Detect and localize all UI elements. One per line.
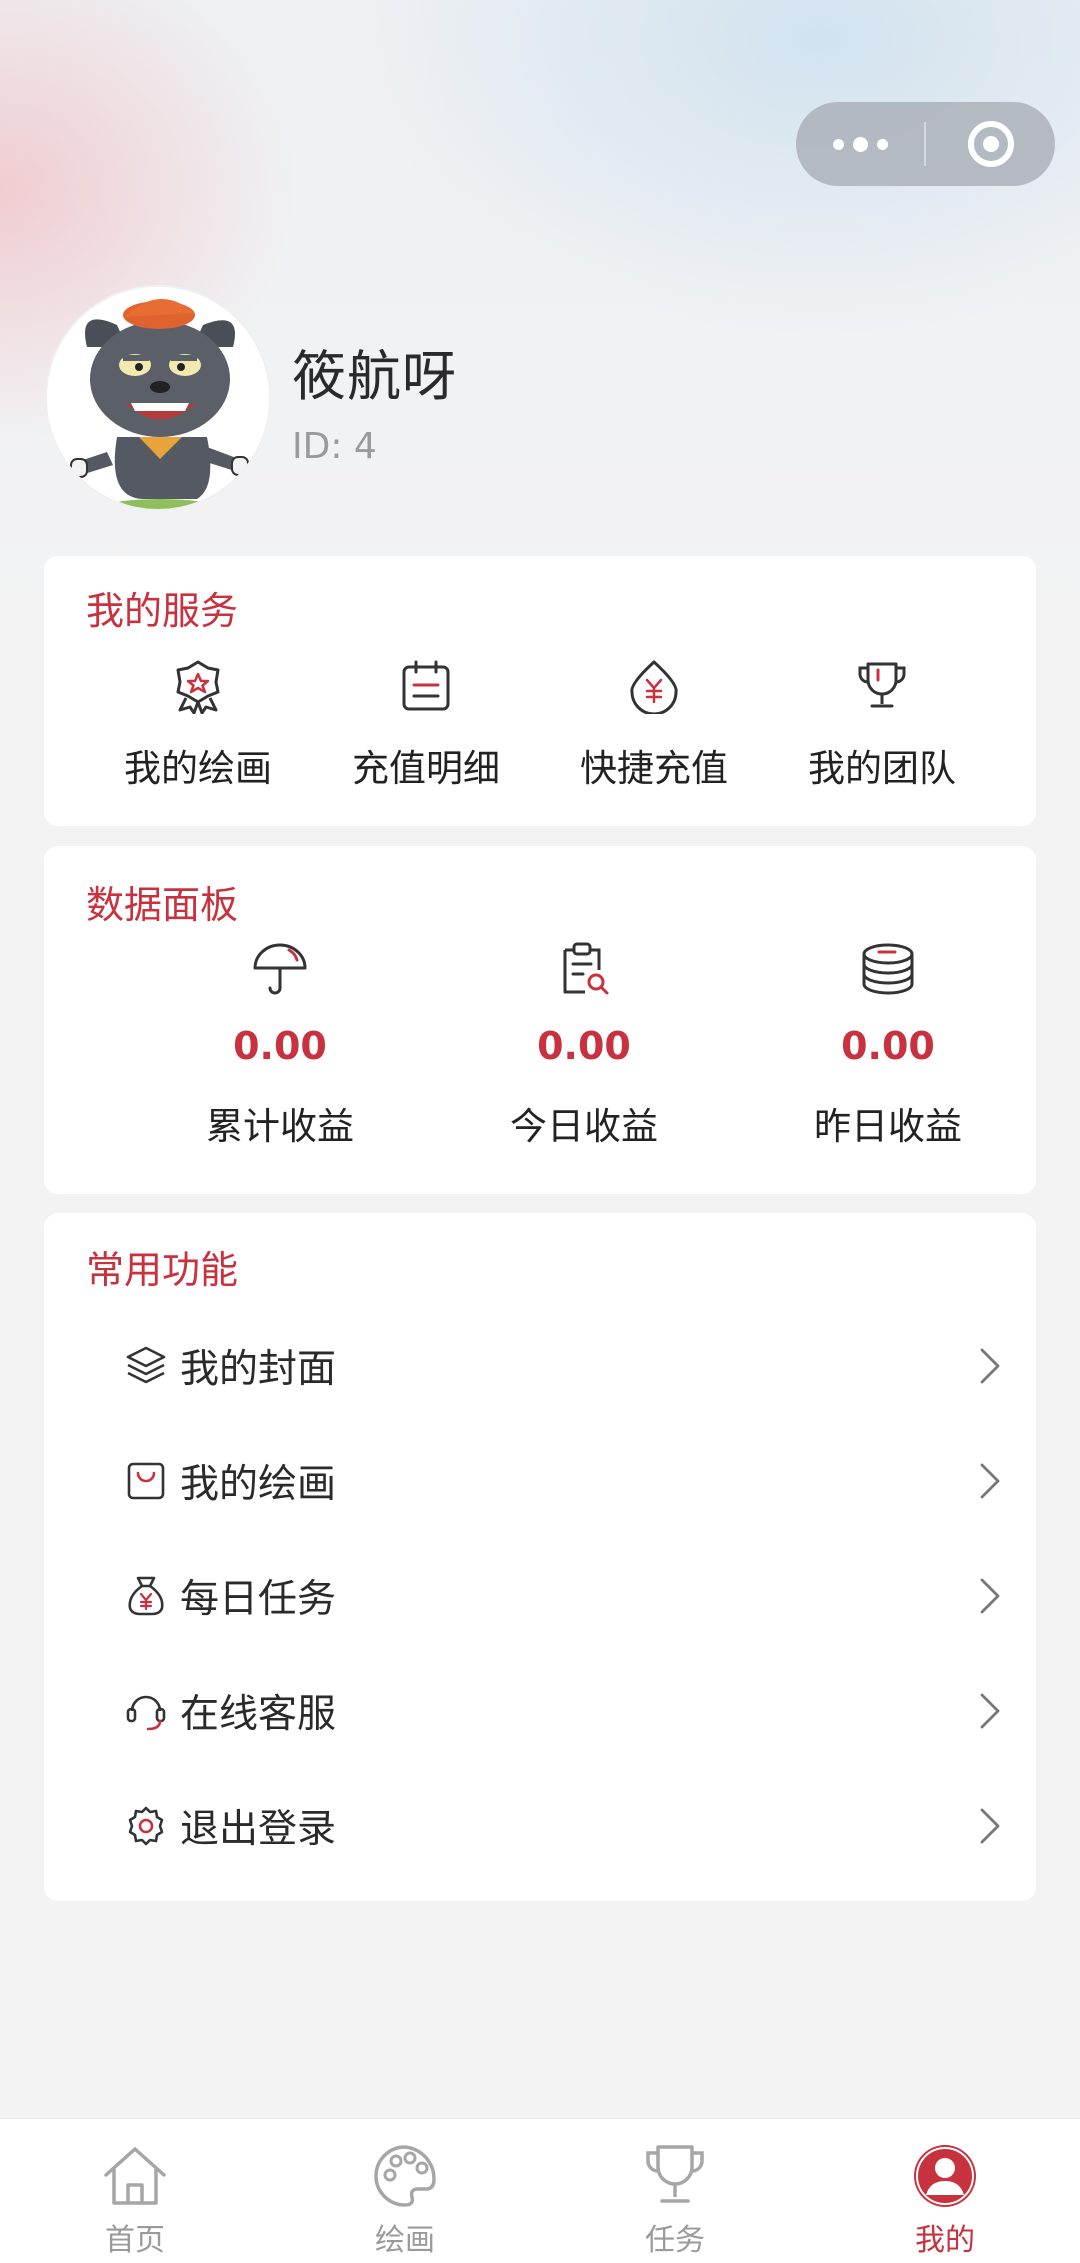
function-label: 我的封面	[180, 1347, 337, 1392]
avatar[interactable]	[45, 285, 271, 511]
stat-value: 0.00	[841, 1024, 935, 1068]
coins-stack-icon	[862, 943, 914, 995]
palette-icon	[374, 2145, 436, 2207]
calendar-list-icon	[402, 660, 450, 711]
chevron-right-icon	[980, 1578, 1000, 1614]
dashboard-card: 数据面板 0.00 累计收益 0.00 今日收益 0.00 昨日收益	[44, 846, 1036, 1194]
layers-icon	[126, 1346, 166, 1384]
stat-label: 累计收益	[206, 1105, 354, 1148]
yuan-drop-icon	[630, 660, 678, 714]
service-label: 我的团队	[808, 747, 956, 790]
stat-label: 昨日收益	[814, 1105, 962, 1148]
tab-paint[interactable]: 绘画	[270, 2119, 540, 2263]
tab-tasks[interactable]: 任务	[540, 2119, 810, 2263]
function-online-service[interactable]: 在线客服	[124, 1671, 1004, 1751]
function-daily-tasks[interactable]: 每日任务	[124, 1556, 1004, 1636]
service-label: 我的绘画	[124, 747, 272, 790]
tab-home[interactable]: 首页	[0, 2119, 270, 2263]
chevron-right-icon	[980, 1693, 1000, 1729]
target-close-icon[interactable]	[926, 102, 1055, 186]
function-my-cover[interactable]: 我的封面	[124, 1326, 1004, 1406]
more-dots-icon[interactable]	[796, 102, 924, 186]
miniprogram-capsule	[796, 102, 1055, 186]
user-name: 筱航呀	[292, 345, 457, 408]
stat-label: 今日收益	[510, 1105, 658, 1148]
functions-title: 常用功能	[86, 1248, 239, 1292]
service-quick-recharge[interactable]: 快捷充值	[540, 658, 768, 792]
functions-card: 常用功能 我的封面 我的绘画 每日任务 在线客服 退出登录	[44, 1213, 1036, 1901]
tab-label: 任务	[645, 2223, 705, 2258]
services-card: 我的服务 我的绘画 充值明细 快捷充值 我的团队	[44, 556, 1036, 826]
bag-icon	[127, 1462, 165, 1500]
bottom-tab-bar: 首页 绘画 任务 我的	[0, 2118, 1080, 2263]
function-label: 在线客服	[180, 1692, 337, 1737]
badge-star-icon	[176, 660, 220, 714]
umbrella-icon	[253, 943, 307, 995]
function-logout[interactable]: 退出登录	[124, 1786, 1004, 1866]
service-label: 快捷充值	[580, 747, 728, 790]
service-label: 充值明细	[352, 747, 500, 790]
stat-value: 0.00	[537, 1024, 631, 1068]
headset-icon	[126, 1695, 166, 1731]
function-label: 我的绘画	[180, 1462, 337, 1507]
chevron-right-icon	[980, 1463, 1000, 1499]
function-label: 每日任务	[180, 1577, 337, 1622]
service-my-paintings[interactable]: 我的绘画	[84, 658, 312, 792]
service-recharge-details[interactable]: 充值明细	[312, 658, 540, 792]
home-icon	[104, 2147, 166, 2205]
tab-label: 我的	[915, 2223, 975, 2258]
service-my-team[interactable]: 我的团队	[768, 658, 996, 792]
function-label: 退出登录	[180, 1807, 337, 1852]
trophy-cup-icon	[646, 2145, 704, 2203]
chevron-right-icon	[980, 1348, 1000, 1384]
stat-total-earnings: 0.00 累计收益	[128, 940, 432, 1150]
tab-label: 首页	[105, 2223, 165, 2258]
clipboard-search-icon	[563, 942, 609, 995]
stat-today-earnings: 0.00 今日收益	[432, 940, 736, 1150]
tab-label: 绘画	[375, 2223, 435, 2258]
gear-icon	[128, 1806, 164, 1846]
user-circle-icon	[914, 2145, 976, 2207]
chevron-right-icon	[980, 1808, 1000, 1844]
services-title: 我的服务	[86, 589, 239, 633]
tab-mine[interactable]: 我的	[810, 2119, 1080, 2263]
stat-value: 0.00	[233, 1024, 327, 1068]
cartoon-wolf-avatar	[47, 287, 269, 509]
stat-yesterday-earnings: 0.00 昨日收益	[736, 940, 1040, 1150]
dashboard-title: 数据面板	[86, 883, 239, 927]
user-id: ID: 4	[292, 426, 377, 467]
trophy-icon	[858, 662, 906, 708]
function-my-paintings[interactable]: 我的绘画	[124, 1441, 1004, 1521]
money-bag-icon	[128, 1576, 164, 1616]
